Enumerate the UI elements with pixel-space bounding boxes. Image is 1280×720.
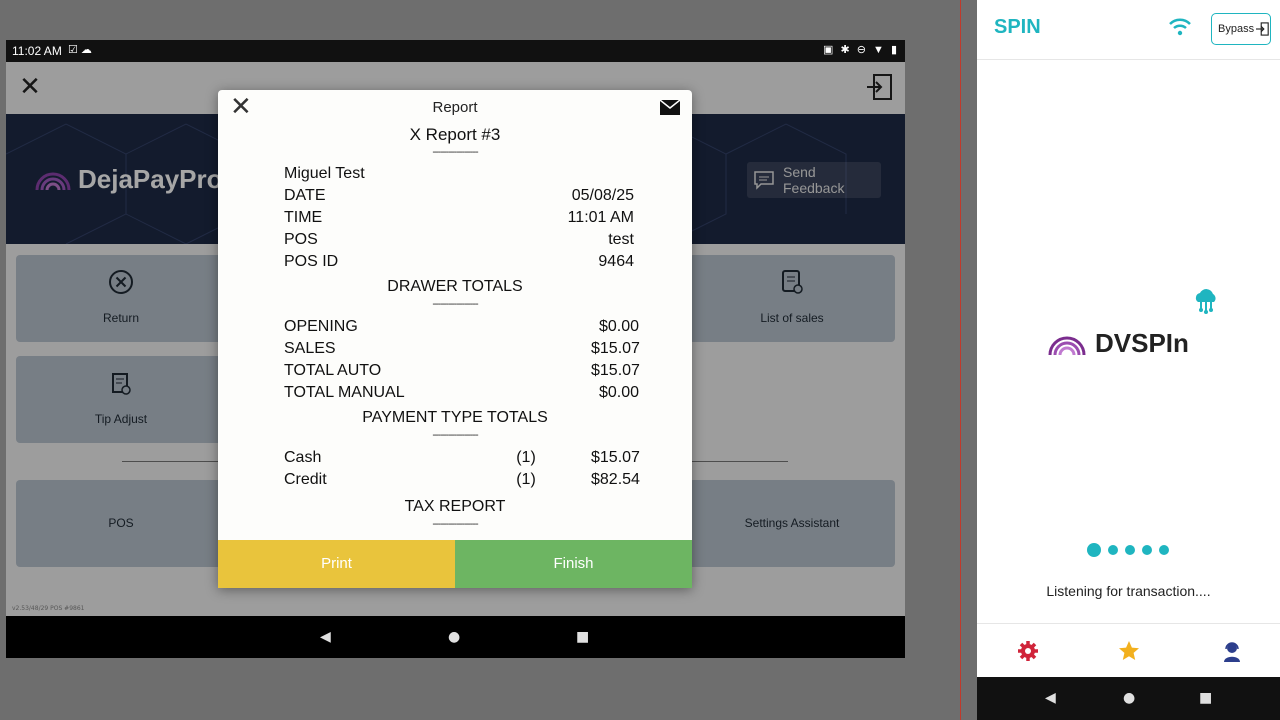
row-label: OPENING xyxy=(284,318,358,335)
separator: ----------------- xyxy=(432,518,478,530)
spin-title: SPIN xyxy=(994,16,1041,38)
row-value: $0.00 xyxy=(599,318,640,335)
row-value: 9464 xyxy=(598,253,634,270)
recents-icon[interactable]: ■ xyxy=(1199,691,1212,705)
row-count: (1) xyxy=(516,471,536,488)
panel-divider xyxy=(960,0,961,720)
back-icon[interactable]: ◀ xyxy=(320,630,331,644)
dvspin-logo: DVSPIn xyxy=(1047,328,1189,359)
bypass-label: Bypass xyxy=(1218,23,1255,35)
bypass-button[interactable]: Bypass xyxy=(1211,13,1271,45)
star-icon[interactable] xyxy=(1118,640,1140,662)
row-label: TOTAL MANUAL xyxy=(284,384,405,401)
separator: ----------------- xyxy=(432,146,478,158)
spin-phone-screen: SPIN Bypass DVSPIn Listening for transac… xyxy=(977,0,1280,720)
row-value: $15.07 xyxy=(591,362,640,379)
system-status-icons: ▣ ✱ ⊖ ▼ ▮ xyxy=(823,44,899,56)
cloud-network-icon xyxy=(1195,289,1216,314)
operator-name: Miguel Test xyxy=(284,165,365,182)
row-value: $0.00 xyxy=(599,384,640,401)
row-value: 11:01 AM xyxy=(567,209,634,226)
row-count: (1) xyxy=(516,449,536,466)
wifi-icon xyxy=(1169,18,1191,36)
report-title: Report xyxy=(432,99,478,116)
android-nav-bar: ◀ ● ■ xyxy=(6,616,905,658)
row-label: TIME xyxy=(284,209,323,226)
row-value: $82.54 xyxy=(591,471,640,488)
recents-icon[interactable]: ■ xyxy=(576,630,589,644)
row-label: Cash xyxy=(284,449,322,466)
report-dialog: ✕ Report X Report #3 ----------------- M… xyxy=(218,90,692,588)
print-button[interactable]: Print xyxy=(218,540,455,588)
report-heading: X Report #3 xyxy=(409,126,501,144)
exit-door-icon xyxy=(1256,22,1269,36)
email-icon[interactable] xyxy=(660,100,680,115)
report-header: ✕ Report xyxy=(218,90,692,126)
row-value: 05/08/25 xyxy=(571,187,634,204)
home-icon[interactable]: ● xyxy=(448,630,460,644)
report-receipt: X Report #3 ----------------- Miguel Tes… xyxy=(218,126,692,540)
row-value: test xyxy=(608,231,634,248)
listening-status: Listening for transaction.... xyxy=(1046,583,1211,599)
android-nav-bar: ◀ ● ■ xyxy=(977,677,1280,720)
support-agent-icon[interactable] xyxy=(1221,640,1243,662)
row-label: POS xyxy=(284,231,318,248)
loading-dot xyxy=(1087,543,1101,557)
tax-report-heading: TAX REPORT xyxy=(404,498,506,515)
status-time: 11:02 AM xyxy=(12,44,62,58)
payment-type-heading: PAYMENT TYPE TOTALS xyxy=(362,409,548,426)
row-label: TOTAL AUTO xyxy=(284,362,382,379)
spin-footer xyxy=(977,623,1280,677)
separator: ----------------- xyxy=(432,429,478,441)
home-icon[interactable]: ● xyxy=(1123,691,1135,705)
row-label: DATE xyxy=(284,187,326,204)
gear-icon[interactable] xyxy=(1017,640,1039,662)
back-icon[interactable]: ◀ xyxy=(1045,691,1056,705)
dvspin-name: DVSPIn xyxy=(1095,328,1189,358)
android-status-bar: 11:02 AM ☑ ☁ ▣ ✱ ⊖ ▼ ▮ xyxy=(6,40,905,62)
loading-dot xyxy=(1142,545,1152,555)
row-value: $15.07 xyxy=(591,449,640,466)
row-label: SALES xyxy=(284,340,336,357)
loading-dot xyxy=(1125,545,1135,555)
row-label: Credit xyxy=(284,471,327,488)
finish-button[interactable]: Finish xyxy=(455,540,692,588)
spin-header: SPIN Bypass xyxy=(977,0,1280,60)
loading-dot xyxy=(1108,545,1118,555)
loading-dot xyxy=(1159,545,1169,555)
notification-icons: ☑ ☁ xyxy=(68,44,92,56)
rainbow-logo-icon xyxy=(1048,336,1086,355)
row-label: POS ID xyxy=(284,253,339,270)
row-value: $15.07 xyxy=(591,340,640,357)
loading-indicator xyxy=(1087,543,1176,557)
drawer-totals-heading: DRAWER TOTALS xyxy=(387,278,523,295)
separator: ----------------- xyxy=(432,298,478,310)
